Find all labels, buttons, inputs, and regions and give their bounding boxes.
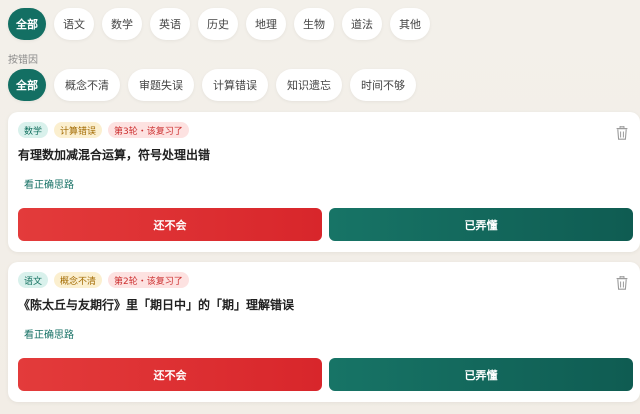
question-text: 《陈太丘与友期行》里「期日中」的「期」理解错误 (18, 298, 295, 312)
subject-chip-all[interactable]: 全部 (8, 8, 46, 40)
mistake-card: 语文 概念不清 第2轮・该复习了 《陈太丘与友期行》里「期日中」的「期」理解错误… (8, 262, 640, 402)
subject-chip-english[interactable]: 英语 (150, 8, 190, 40)
review-round-tag: 第3轮・该复习了 (108, 122, 189, 138)
show-solution-link[interactable]: 看正确思路 (24, 326, 74, 341)
reason-tag: 概念不清 (54, 272, 103, 288)
mistake-card: 数学 计算错误 第3轮・该复习了 有理数加减混合运算，符号处理出错 看正确思路 … (8, 112, 640, 252)
subject-chip-geography[interactable]: 地理 (246, 8, 286, 40)
trash-icon[interactable] (616, 126, 628, 140)
reason-chip-forgotten[interactable]: 知识遗忘 (276, 69, 342, 101)
dont-know-button[interactable]: 还不会 (18, 358, 322, 391)
subject-tag: 语文 (18, 272, 49, 288)
understood-button[interactable]: 已弄懂 (329, 358, 633, 391)
subject-chip-math[interactable]: 数学 (102, 8, 142, 40)
reason-chip-all[interactable]: 全部 (8, 69, 46, 101)
subject-chip-history[interactable]: 历史 (198, 8, 238, 40)
review-round-tag: 第2轮・该复习了 (108, 272, 189, 288)
subject-chip-other[interactable]: 其他 (390, 8, 430, 40)
show-solution-link[interactable]: 看正确思路 (24, 176, 74, 191)
understood-button[interactable]: 已弄懂 (329, 208, 633, 241)
dont-know-button[interactable]: 还不会 (18, 208, 322, 241)
reason-chip-calculation-error[interactable]: 计算错误 (202, 69, 268, 101)
trash-icon[interactable] (616, 276, 628, 290)
reason-filter-row: 全部 概念不清 审题失误 计算错误 知识遗忘 时间不够 (8, 69, 416, 101)
reason-chip-misread-question[interactable]: 审题失误 (128, 69, 194, 101)
subject-tag: 数学 (18, 122, 49, 138)
reason-tag: 计算错误 (54, 122, 103, 138)
subject-chip-chinese[interactable]: 语文 (54, 8, 94, 40)
reason-filter-label: 按错因 (8, 55, 38, 66)
subject-chip-biology[interactable]: 生物 (294, 8, 334, 40)
question-text: 有理数加减混合运算，符号处理出错 (18, 148, 211, 162)
reason-chip-concept-unclear[interactable]: 概念不清 (54, 69, 120, 101)
reason-chip-time-short[interactable]: 时间不够 (350, 69, 416, 101)
card-tags: 数学 计算错误 第3轮・该复习了 (18, 122, 189, 138)
card-tags: 语文 概念不清 第2轮・该复习了 (18, 272, 189, 288)
subject-filter-row: 全部 语文 数学 英语 历史 地理 生物 道法 其他 (8, 8, 430, 40)
subject-chip-morality-law[interactable]: 道法 (342, 8, 382, 40)
